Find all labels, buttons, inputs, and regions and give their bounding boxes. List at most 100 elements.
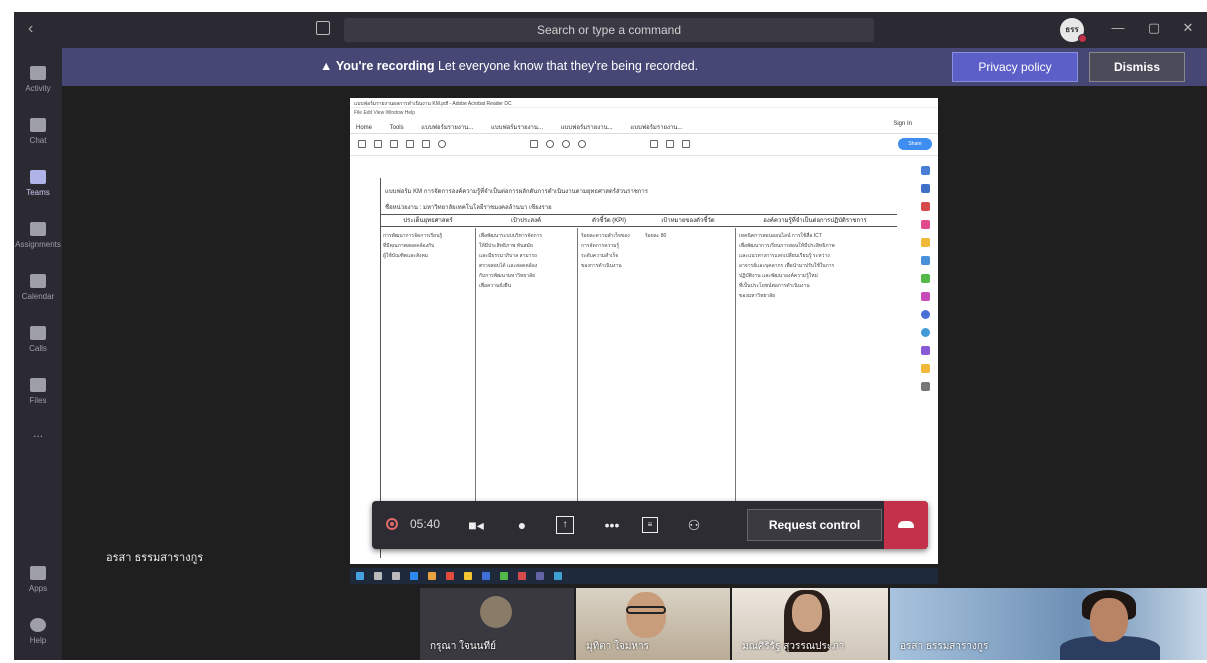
- cursor-icon: [530, 140, 538, 148]
- share-screen-button[interactable]: ↑: [556, 516, 574, 534]
- rail-label: Apps: [28, 584, 48, 593]
- rail-item-apps[interactable]: Apps: [14, 556, 62, 608]
- table-cell: เทคนิคการสอนออนไลน์ การใช้สื่อ ICT เพื่อ…: [739, 233, 835, 299]
- participants-button[interactable]: ⚇: [682, 513, 706, 537]
- folder-icon: [428, 572, 436, 580]
- share-button: Share: [898, 138, 932, 150]
- teams-window: ‹ Search or type a command ธรร — ▢ ✕ Act…: [14, 12, 1207, 660]
- word-icon: [482, 572, 490, 580]
- presence-status-icon: [1078, 34, 1087, 43]
- tab-home: Home: [356, 125, 373, 131]
- tab-document: แบบฟอร์มรายงาน...: [490, 125, 543, 131]
- chat-icon: [30, 118, 46, 132]
- table-header-row: ประเด็นยุทธศาสตร์ เป้าประสงค์ ตัวชี้วัด …: [381, 215, 897, 227]
- rail-item-help[interactable]: Help: [14, 608, 62, 660]
- call-timer: 05:40: [410, 517, 441, 531]
- sign-in-link: Sign In: [893, 121, 912, 127]
- rail-item-assignments[interactable]: Assignments: [14, 212, 62, 264]
- rail-item-more[interactable]: ...: [14, 420, 62, 472]
- chat-button[interactable]: ≡: [642, 517, 658, 533]
- teams-icon: [30, 170, 46, 184]
- protect-icon: [920, 310, 930, 319]
- request-control-button[interactable]: Request control: [747, 509, 882, 541]
- table-divider: [475, 228, 476, 548]
- rail-label: Chat: [29, 136, 47, 145]
- rail-label: Teams: [26, 188, 50, 197]
- participant-tile[interactable]: กรุณา ใจนนทีย์: [420, 588, 574, 660]
- zoom-out-icon: [562, 140, 570, 148]
- send-icon: [920, 346, 930, 355]
- organize-icon: [920, 274, 930, 283]
- rail-item-files[interactable]: Files: [14, 368, 62, 420]
- rail-item-teams[interactable]: Teams: [14, 160, 62, 212]
- privacy-policy-button[interactable]: Privacy policy: [952, 52, 1078, 82]
- shared-screen[interactable]: แบบฟอร์มรายงานผลการดำเนินงาน KM.pdf - Ad…: [350, 98, 938, 564]
- pen-icon: [666, 140, 674, 148]
- document-title: แบบฟอร์ม KM การจัดการองค์ความรู้ที่จำเป็…: [385, 189, 649, 195]
- export-icon: [920, 184, 930, 193]
- participant-tile[interactable]: อรสา ธรรมสารางกูร: [890, 588, 1207, 660]
- calendar-icon: [30, 274, 46, 288]
- chrome-icon: [446, 572, 454, 580]
- tab-document: แบบฟอร์มรายงาน...: [421, 125, 474, 131]
- bell-icon: [30, 66, 46, 80]
- compose-icon[interactable]: [316, 21, 330, 35]
- title-bar: ‹ Search or type a command ธรร — ▢ ✕: [14, 12, 1207, 48]
- rail-item-calendar[interactable]: Calendar: [14, 264, 62, 316]
- teams-icon: [536, 572, 544, 580]
- participant-name: มุทิตา ใจมหาร: [586, 641, 649, 652]
- rail-label: Activity: [25, 84, 51, 93]
- minimize-button[interactable]: —: [1108, 20, 1128, 35]
- table-cell: การพัฒนาการจัดการเรียนรู้ ที่มีคุณภาพสอด…: [383, 233, 443, 259]
- participant-name: อรสา ธรรมสารางกูร: [900, 641, 989, 652]
- participant-tile[interactable]: มณศิริรัฐ สุวรรณประภา: [732, 588, 888, 660]
- mail-icon: [422, 140, 430, 148]
- microphone-button[interactable]: ●: [510, 513, 534, 537]
- app-rail: Activity Chat Teams Assignments Calendar…: [14, 48, 62, 660]
- document-subtitle: ชื่อหน่วยงาน : มหาวิทยาลัยเทคโนโลยีราชมง…: [385, 205, 552, 211]
- phone-icon: [30, 326, 46, 340]
- fill-sign-icon: [920, 292, 930, 301]
- participant-name: กรุณา ใจนนทีย์: [430, 641, 496, 652]
- participant-tile[interactable]: มุทิตา ใจมหาร: [576, 588, 730, 660]
- recording-notice: Let everyone know that they're being rec…: [437, 59, 699, 73]
- back-chevron-icon[interactable]: ‹: [28, 20, 33, 38]
- bookmark-icon: [920, 364, 930, 373]
- hang-up-button[interactable]: [884, 501, 928, 549]
- shared-tab-bar: Home Tools แบบฟอร์มรายงาน... แบบฟอร์มราย…: [350, 118, 938, 134]
- more-actions-button[interactable]: •••: [600, 513, 624, 537]
- sign-icon: [682, 140, 690, 148]
- recording-label: You're recording: [335, 59, 435, 73]
- rail-item-chat[interactable]: Chat: [14, 108, 62, 160]
- rail-label: Assignments: [15, 240, 61, 249]
- participant-video: [626, 592, 666, 638]
- rail-label: Calls: [29, 344, 47, 353]
- search-input[interactable]: Search or type a command: [344, 18, 874, 42]
- warning-icon: ▲: [320, 59, 333, 73]
- more-icon: ...: [32, 426, 43, 440]
- rail-item-activity[interactable]: Activity: [14, 56, 62, 108]
- call-controls: 05:40 ■◂ ● ↑ ••• ≡ ⚇ Request control: [372, 501, 928, 549]
- shared-toolbar: Share: [350, 134, 938, 156]
- acrobat-icon: [518, 572, 526, 580]
- table-cell: เพื่อพัฒนาระบบบริหารจัดการ ให้มีประสิทธิ…: [479, 233, 543, 289]
- rail-item-calls[interactable]: Calls: [14, 316, 62, 368]
- close-button[interactable]: ✕: [1178, 20, 1198, 36]
- files-icon: [30, 378, 46, 392]
- hand-icon: [546, 140, 554, 148]
- maximize-button[interactable]: ▢: [1144, 20, 1164, 36]
- participant-video-detail: [792, 594, 822, 632]
- assignments-icon: [30, 222, 46, 236]
- edit-pdf-icon: [920, 220, 930, 229]
- dismiss-button[interactable]: Dismiss: [1089, 52, 1185, 82]
- shared-taskbar: [350, 568, 938, 584]
- camera-button[interactable]: ■◂: [464, 513, 488, 537]
- participant-video-detail: [626, 606, 666, 614]
- table-header: ประเด็นยุทธศาสตร์: [403, 218, 453, 224]
- participant-video-detail: [1090, 598, 1128, 642]
- create-pdf-icon: [920, 202, 930, 211]
- comment-icon: [920, 238, 930, 247]
- km-table: ประเด็นยุทธศาสตร์ เป้าประสงค์ ตัวชี้วัด …: [381, 214, 897, 548]
- windows-icon: [356, 572, 364, 580]
- search-icon: [374, 572, 382, 580]
